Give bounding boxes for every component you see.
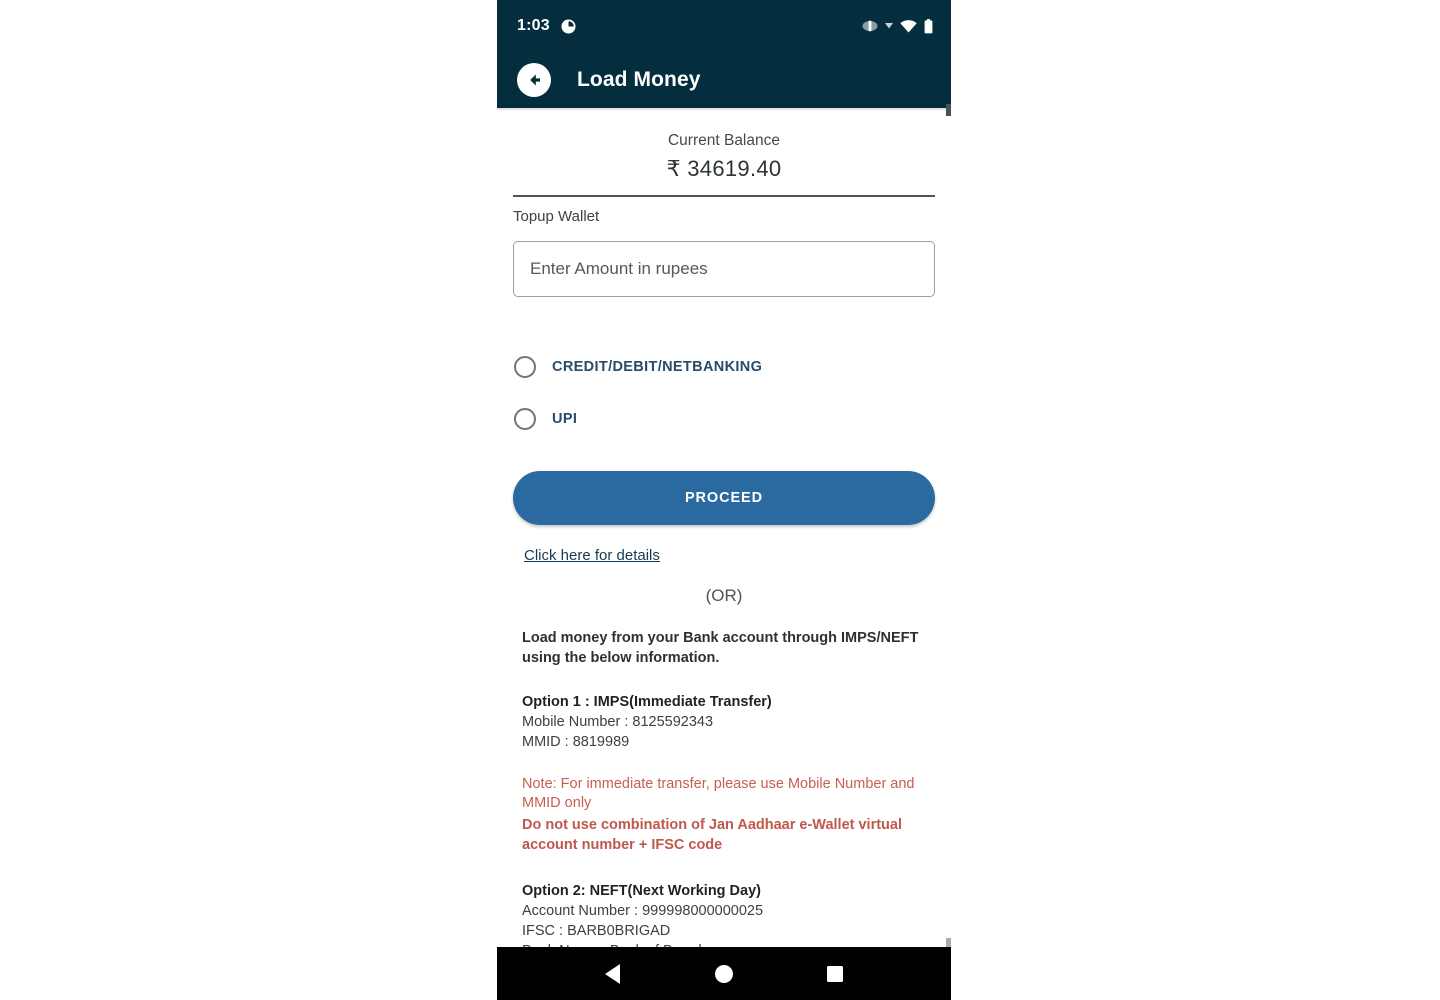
app-bar: Load Money: [497, 52, 951, 108]
status-bar-left: 1:03: [517, 17, 576, 35]
payment-method-upi[interactable]: UPI: [513, 393, 935, 445]
current-balance-value: ₹ 34619.40: [666, 156, 782, 181]
transfer-note: Note: For immediate transfer, please use…: [522, 775, 915, 812]
nav-back-icon: [605, 963, 621, 984]
nav-back-button[interactable]: [590, 951, 636, 997]
scrollbar-thumb-top[interactable]: [946, 104, 951, 116]
battery-icon: [924, 18, 933, 34]
nav-recents-button[interactable]: [812, 951, 858, 997]
bank-transfer-info: Load money from your Bank account throug…: [513, 628, 935, 959]
nav-home-button[interactable]: [701, 951, 747, 997]
payment-method-card-label: CREDIT/DEBIT/NETBANKING: [552, 358, 763, 375]
option1-mmid: MMID : 8819989: [522, 733, 630, 750]
main-content: Current Balance ₹ 34619.40 Topup Wallet …: [497, 111, 951, 959]
payment-method-card[interactable]: CREDIT/DEBIT/NETBANKING: [513, 341, 935, 393]
back-arrow-icon: [524, 70, 544, 90]
details-link[interactable]: Click here for details: [524, 547, 660, 564]
option1-mobile-number: Mobile Number : 8125592343: [522, 713, 714, 730]
nav-home-icon: [714, 964, 733, 983]
notification-circle-icon: [561, 19, 576, 34]
option2-account-number: Account Number : 999998000000025: [522, 902, 764, 919]
radio-unchecked-icon[interactable]: [514, 407, 536, 430]
dropdown-caret-icon: [885, 23, 893, 29]
nav-recents-icon: [827, 965, 844, 982]
vibrate-icon: [862, 19, 878, 33]
phone-viewport: 1:03 Load Money Current Balance ₹ 34619.…: [497, 0, 951, 1000]
wifi-icon: [900, 19, 917, 33]
status-bar: 1:03: [497, 0, 951, 52]
status-bar-clock: 1:03: [517, 17, 550, 34]
amount-input[interactable]: [513, 240, 935, 297]
page-title: Load Money: [577, 68, 701, 91]
option2-ifsc: IFSC : BARB0BRIGAD: [522, 922, 671, 939]
status-bar-right: [862, 18, 933, 34]
topup-wallet-label: Topup Wallet: [513, 207, 600, 225]
or-separator: (OR): [705, 585, 743, 605]
proceed-button[interactable]: PROCEED: [513, 470, 935, 525]
current-balance-label: Current Balance: [667, 132, 780, 149]
option2-title: Option 2: NEFT(Next Working Day): [522, 882, 761, 899]
bank-transfer-intro: Load money from your Bank account throug…: [522, 629, 919, 667]
payment-method-upi-label: UPI: [552, 410, 578, 427]
screenshot-root: 1:03 Load Money Current Balance ₹ 34619.…: [0, 0, 1440, 1000]
android-nav-bar: [497, 947, 951, 1000]
radio-unchecked-icon[interactable]: [514, 355, 536, 378]
transfer-note-warning: Do not use combination of Jan Aadhaar e-…: [522, 817, 903, 853]
payment-method-group: CREDIT/DEBIT/NETBANKING UPI: [513, 341, 935, 445]
option1-title: Option 1 : IMPS(Immediate Transfer): [522, 693, 772, 710]
back-button[interactable]: [517, 63, 551, 97]
